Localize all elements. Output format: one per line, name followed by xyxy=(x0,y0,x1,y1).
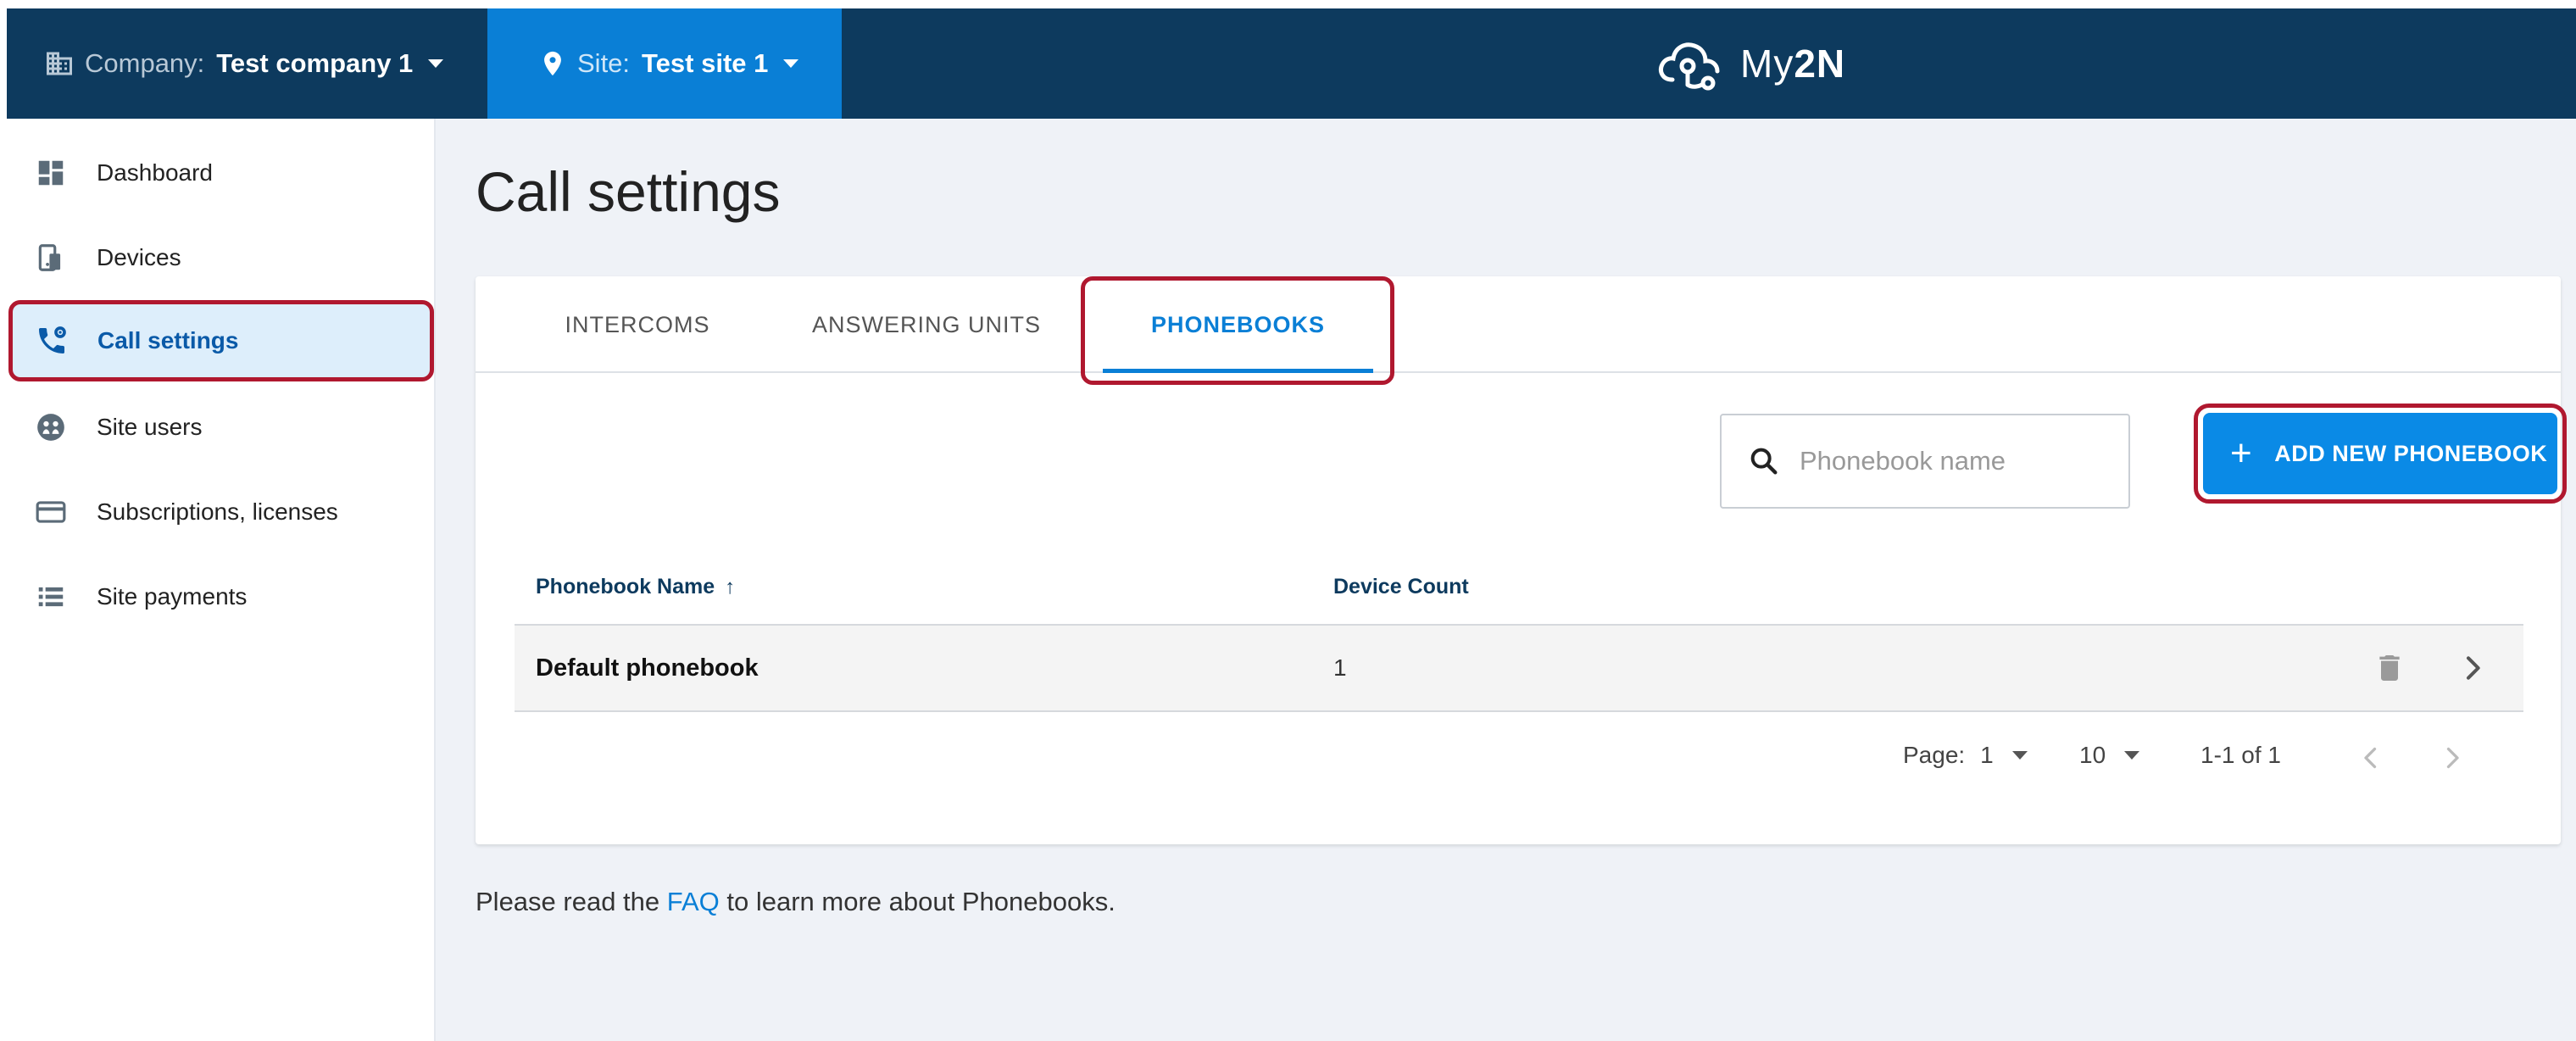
sidebar-item-dashboard[interactable]: Dashboard xyxy=(8,132,434,214)
sidebar-item-devices[interactable]: Devices xyxy=(8,217,434,298)
site-label: Site: xyxy=(577,48,631,78)
tab-intercoms[interactable]: INTERCOMS xyxy=(526,276,748,373)
sidebar-item-label: Call settings xyxy=(97,327,239,353)
faq-note-text: to learn more about Phonebooks. xyxy=(719,887,1116,916)
sidebar-item-label: Site payments xyxy=(97,583,248,610)
rows-per-page-dropdown-icon xyxy=(2124,751,2140,760)
device-count-cell: 1 xyxy=(1333,654,1347,681)
sidebar-item-label: Dashboard xyxy=(97,159,213,186)
sort-ascending-icon: ↑ xyxy=(725,575,736,598)
plus-icon: + xyxy=(2230,432,2253,474)
call-settings-icon xyxy=(35,324,69,358)
company-value: Test company 1 xyxy=(216,48,414,78)
page-dropdown-icon xyxy=(2011,751,2028,760)
search-icon xyxy=(1750,448,1778,475)
add-button-highlight-box: + ADD NEW PHONEBOOK xyxy=(2194,404,2567,504)
list-icon xyxy=(34,580,68,614)
tab-label: INTERCOMS xyxy=(565,311,710,337)
page-title: Call settings xyxy=(476,160,781,223)
faq-note-text: Please read the xyxy=(476,887,667,916)
add-button-label: ADD NEW PHONEBOOK xyxy=(2274,440,2548,466)
tab-label: ANSWERING UNITS xyxy=(811,311,1041,337)
site-dropdown-icon xyxy=(783,59,799,68)
page-selector[interactable]: Page: 1 xyxy=(1903,734,2028,777)
tab-highlight-box xyxy=(1081,276,1394,385)
sidebar-item-call-settings[interactable]: Call settings xyxy=(8,300,434,381)
column-header-device-count: Device Count xyxy=(1333,575,1469,599)
main-content: Call settings INTERCOMS ANSWERING UNITS … xyxy=(436,119,2576,1041)
tab-bar: INTERCOMS ANSWERING UNITS PHONEBOOKS xyxy=(476,276,2561,385)
company-label: Company: xyxy=(85,48,205,78)
site-selector[interactable]: Site: Test site 1 xyxy=(487,8,842,119)
faq-link[interactable]: FAQ xyxy=(667,887,720,916)
tab-answering-units[interactable]: ANSWERING UNITS xyxy=(799,276,1054,373)
faq-note: Please read the FAQ to learn more about … xyxy=(476,887,1116,917)
dashboard-icon xyxy=(34,156,68,190)
sidebar-item-site-users[interactable]: Site users xyxy=(8,387,434,468)
phonebook-search-box[interactable] xyxy=(1720,414,2130,509)
my2n-logo[interactable]: My2N xyxy=(1655,8,1845,119)
table-row[interactable]: Default phonebook 1 xyxy=(515,624,2523,712)
credit-card-icon xyxy=(34,495,68,529)
phonebook-name-cell: Default phonebook xyxy=(536,654,759,682)
sidebar-item-site-payments[interactable]: Site payments xyxy=(8,556,434,637)
phonebooks-card: INTERCOMS ANSWERING UNITS PHONEBOOKS + A… xyxy=(476,276,2567,844)
add-new-phonebook-button[interactable]: + ADD NEW PHONEBOOK xyxy=(2203,413,2557,494)
rows-per-page-selector[interactable]: 10 xyxy=(2079,734,2140,777)
page-value: 1 xyxy=(1980,742,1994,768)
column-header-label: Device Count xyxy=(1333,575,1469,598)
phonebook-search-input[interactable] xyxy=(1800,446,2122,476)
devices-icon xyxy=(34,241,68,275)
company-selector[interactable]: Company: Test company 1 xyxy=(7,8,487,119)
column-header-label: Phonebook Name xyxy=(536,575,715,598)
range-text: 1-1 of 1 xyxy=(2200,742,2281,768)
site-users-icon xyxy=(34,410,68,444)
pagination-range: 1-1 of 1 xyxy=(2200,734,2281,777)
rows-per-page-value: 10 xyxy=(2079,742,2106,768)
sidebar-item-label: Subscriptions, licenses xyxy=(97,498,338,525)
previous-page-icon[interactable] xyxy=(2356,743,2386,773)
location-pin-icon xyxy=(544,51,561,76)
sidebar-item-subscriptions[interactable]: Subscriptions, licenses xyxy=(8,471,434,553)
next-page-icon[interactable] xyxy=(2437,743,2468,773)
delete-icon[interactable] xyxy=(2373,651,2406,685)
chevron-right-icon[interactable] xyxy=(2456,651,2490,685)
page-label: Page: xyxy=(1903,742,1966,768)
building-icon xyxy=(47,52,72,75)
sidebar-item-label: Site users xyxy=(97,414,203,440)
cloud-logo-icon xyxy=(1659,42,1720,91)
logo-text: My2N xyxy=(1740,42,1846,86)
sidebar-item-label: Devices xyxy=(97,244,181,270)
top-bar: Company: Test company 1 Site: Test site … xyxy=(7,8,2576,119)
column-header-phonebook-name[interactable]: Phonebook Name ↑ xyxy=(536,575,735,599)
sidebar: Dashboard Devices Call settings Site use… xyxy=(0,119,436,1041)
site-value: Test site 1 xyxy=(642,48,769,78)
company-dropdown-icon xyxy=(428,59,444,68)
